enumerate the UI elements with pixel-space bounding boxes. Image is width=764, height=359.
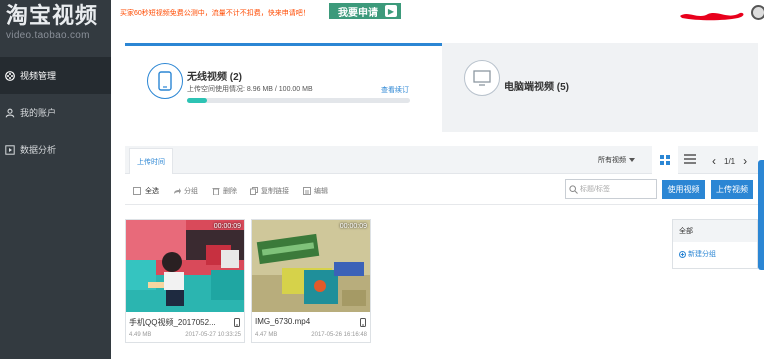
page-indicator: 1/1: [724, 156, 736, 166]
grid-icon: [660, 155, 670, 165]
video-name: IMG_6730.mp4: [255, 317, 311, 326]
video-filter-select[interactable]: 所有视频: [598, 155, 635, 165]
apply-button[interactable]: 我要申请 ▶: [329, 3, 401, 19]
filter-value: 所有视频: [598, 157, 626, 164]
logo[interactable]: 淘宝视频 video.taobao.com: [6, 3, 99, 42]
video-card[interactable]: 00:00:09 IMG_6730.mp4 4.47 MB 2017-05-26…: [251, 219, 371, 343]
video-date: 2017-05-27 10:33:25: [185, 332, 241, 338]
select-all-label: 全选: [145, 188, 159, 195]
video-date: 2017-05-26 16:16:48: [311, 332, 367, 338]
group-label: 分组: [184, 188, 198, 195]
new-group-button[interactable]: 新建分组: [673, 242, 757, 259]
storage-usage-text: 上传空间使用情况: 8.96 MB / 100.00 MB: [187, 86, 313, 93]
wireless-title: 无线视频 (2): [187, 72, 242, 83]
logo-domain: video.taobao.com: [6, 30, 90, 41]
video-thumbnail[interactable]: 00:00:09: [126, 220, 244, 312]
renew-link[interactable]: 查看续订: [381, 85, 409, 95]
pc-title: 电脑端视频 (5): [504, 82, 569, 93]
delete-button[interactable]: 删除: [212, 186, 237, 196]
prev-page-button[interactable]: ‹: [712, 154, 716, 168]
search-placeholder: 标题/标签: [580, 186, 610, 193]
delete-label: 删除: [223, 188, 237, 195]
edit-label: 编辑: [314, 188, 328, 195]
group-panel: 全部 新建分组: [672, 219, 758, 269]
plus-circle-icon: [679, 250, 686, 258]
top-banner: 买家60秒短视频免费公测中，流量不计不扣费，快来申请吧！ 我要申请 ▶: [111, 0, 764, 28]
arrow-right-icon: ▶: [385, 5, 397, 17]
video-duration: 00:00:09: [213, 223, 241, 230]
logo-title: 淘宝视频: [6, 3, 99, 28]
list-tab-bar: 上传时间 所有视频 ‹ 1/1 ›: [125, 146, 758, 174]
edit-icon: [303, 187, 311, 195]
monitor-icon: [464, 60, 500, 96]
apply-button-label: 我要申请: [338, 7, 378, 19]
action-bar: 全选 分组 删除 复制链接 编辑 标题/标签 使用视频 上传视频: [125, 175, 758, 205]
avatar[interactable]: [751, 5, 764, 20]
upload-video-button[interactable]: 上传视频: [711, 180, 753, 199]
list-icon: [684, 154, 696, 164]
share-icon: [173, 187, 181, 195]
sidebar: 淘宝视频 video.taobao.com 视频管理 我的账户 数据分析: [0, 0, 111, 359]
film-reel-icon: [4, 70, 15, 81]
sidebar-nav: 视频管理 我的账户 数据分析: [0, 57, 111, 168]
promo-text: 买家60秒短视频免费公测中，流量不计不扣费，快来申请吧！: [120, 10, 310, 17]
sidebar-item-label: 我的账户: [20, 108, 57, 118]
list-view-button[interactable]: [683, 152, 697, 166]
sidebar-item-data-analysis[interactable]: 数据分析: [0, 131, 111, 168]
edit-button[interactable]: 编辑: [303, 186, 328, 196]
next-page-button[interactable]: ›: [743, 154, 747, 168]
pagination: ‹ 1/1 ›: [712, 154, 747, 168]
sidebar-item-label: 数据分析: [20, 145, 57, 155]
video-card[interactable]: 00:00:09 手机QQ视频_2017052... 4.49 MB 2017-…: [125, 219, 245, 343]
storage-progress-bar: [187, 98, 410, 103]
user-icon: [4, 107, 15, 118]
copy-icon: [250, 187, 258, 195]
checkbox: [133, 187, 141, 195]
video-thumbnail[interactable]: 00:00:09: [252, 220, 370, 312]
grid-view-button[interactable]: [652, 146, 678, 174]
group-all[interactable]: 全部: [673, 220, 757, 242]
sidebar-item-video-management[interactable]: 视频管理: [0, 57, 111, 94]
wireless-video-card[interactable]: 无线视频 (2) 上传空间使用情况: 8.96 MB / 100.00 MB 查…: [125, 43, 442, 132]
use-video-button[interactable]: 使用视频: [662, 180, 705, 199]
video-name: 手机QQ视频_2017052...: [129, 318, 216, 327]
copy-link-button[interactable]: 复制链接: [250, 186, 289, 196]
phone-icon: [234, 316, 240, 330]
copy-link-label: 复制链接: [261, 188, 289, 195]
sidebar-item-my-account[interactable]: 我的账户: [0, 94, 111, 131]
phone-icon: [147, 63, 183, 99]
video-size: 4.47 MB: [255, 332, 278, 338]
sidebar-item-label: 视频管理: [20, 71, 57, 81]
new-group-label: 新建分组: [688, 251, 716, 258]
phone-icon: [360, 316, 366, 330]
search-icon: [569, 184, 578, 194]
tab-upload-time[interactable]: 上传时间: [129, 148, 173, 174]
redacted-username: [680, 12, 744, 21]
group-button[interactable]: 分组: [173, 186, 198, 196]
select-all-checkbox[interactable]: 全选: [133, 186, 159, 196]
pc-video-card[interactable]: 电脑端视频 (5): [442, 43, 758, 132]
video-duration: 00:00:09: [339, 223, 367, 230]
chevron-down-icon: [629, 158, 635, 163]
video-size: 4.49 MB: [129, 332, 152, 338]
search-input[interactable]: 标题/标签: [565, 179, 657, 199]
storage-progress-fill: [187, 98, 208, 103]
play-square-icon: [4, 144, 15, 155]
floating-side-toolbar[interactable]: [758, 160, 764, 270]
trash-icon: [212, 187, 220, 195]
